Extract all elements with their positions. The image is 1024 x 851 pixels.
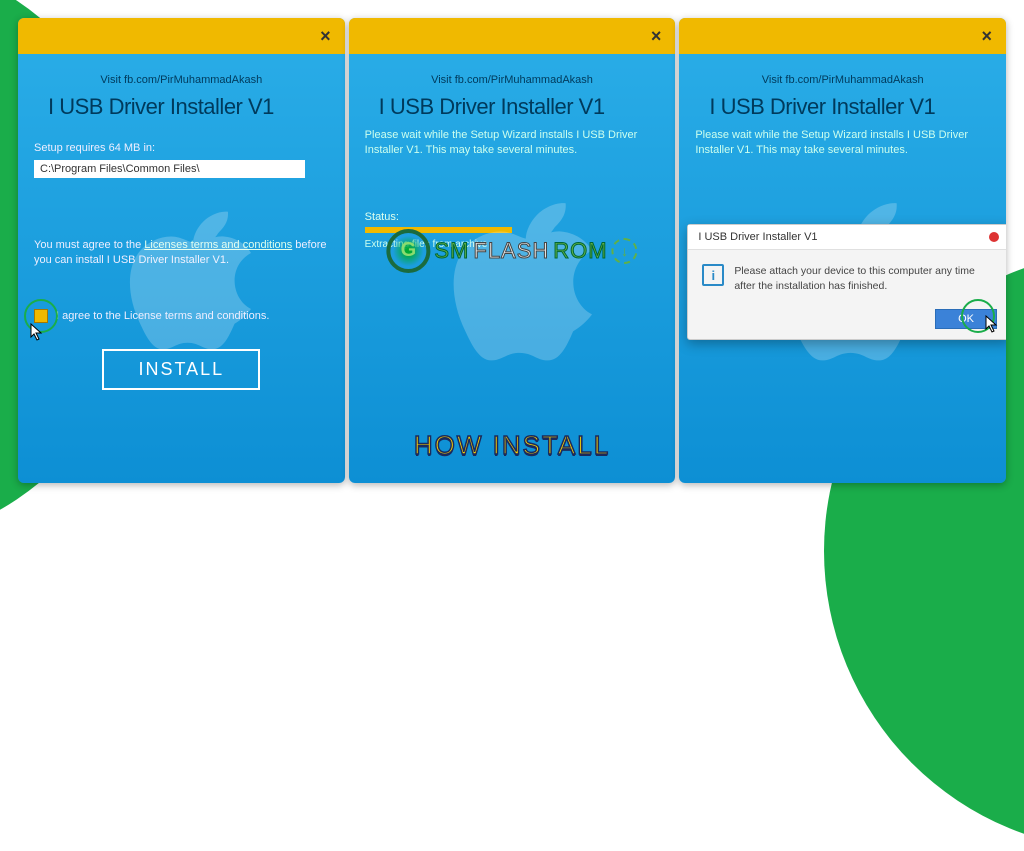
install-path-input[interactable] <box>34 160 305 178</box>
agree-checkbox[interactable] <box>34 309 48 323</box>
info-icon: i <box>702 264 724 286</box>
apple-logo-icon <box>111 197 251 367</box>
installer-panel-3: × Visit fb.com/PirMuhammadAkash I USB Dr… <box>679 18 1006 483</box>
install-button[interactable]: INSTALL <box>102 349 260 390</box>
status-detail: Extracting files from archive <box>365 239 660 250</box>
info-dialog: I USB Driver Installer V1 i Please attac… <box>687 224 1006 340</box>
visit-link-text: Visit fb.com/PirMuhammadAkash <box>365 74 660 86</box>
wait-message: Please wait while the Setup Wizard insta… <box>365 128 660 159</box>
close-icon[interactable]: × <box>320 26 331 47</box>
license-link[interactable]: Licenses terms and conditions <box>144 239 292 251</box>
agree-checkbox-row: I agree to the License terms and conditi… <box>34 309 329 323</box>
installer-panel-2: × Visit fb.com/PirMuhammadAkash I USB Dr… <box>349 18 676 483</box>
close-icon[interactable]: × <box>651 26 662 47</box>
wait-message: Please wait while the Setup Wizard insta… <box>695 128 990 159</box>
status-label: Status: <box>365 211 660 223</box>
progress-bar <box>365 227 512 233</box>
product-title: I USB Driver Installer V1 <box>695 86 990 124</box>
dialog-titlebar: I USB Driver Installer V1 <box>688 225 1006 250</box>
agree-checkbox-label: I agree to the License terms and conditi… <box>56 310 269 322</box>
overlay-how-install: HOW INSTALL <box>414 430 610 461</box>
titlebar: × <box>679 18 1006 54</box>
close-icon[interactable]: × <box>982 26 993 47</box>
dialog-close-icon[interactable] <box>989 232 999 242</box>
visit-link-text: Visit fb.com/PirMuhammadAkash <box>695 74 990 86</box>
ok-button[interactable]: OK <box>935 309 997 329</box>
panels-container: × Visit fb.com/PirMuhammadAkash I USB Dr… <box>0 0 1024 501</box>
titlebar: × <box>349 18 676 54</box>
installer-panel-1: × Visit fb.com/PirMuhammadAkash I USB Dr… <box>18 18 345 483</box>
dialog-title-text: I USB Driver Installer V1 <box>698 231 817 243</box>
visit-link-text: Visit fb.com/PirMuhammadAkash <box>34 74 329 86</box>
product-title: I USB Driver Installer V1 <box>365 86 660 124</box>
setup-requires-label: Setup requires 64 MB in: <box>34 142 329 154</box>
agree-terms-text: You must agree to the Licenses terms and… <box>34 238 329 269</box>
titlebar: × <box>18 18 345 54</box>
dialog-message: Please attach your device to this comput… <box>734 264 995 293</box>
product-title: I USB Driver Installer V1 <box>34 86 329 124</box>
